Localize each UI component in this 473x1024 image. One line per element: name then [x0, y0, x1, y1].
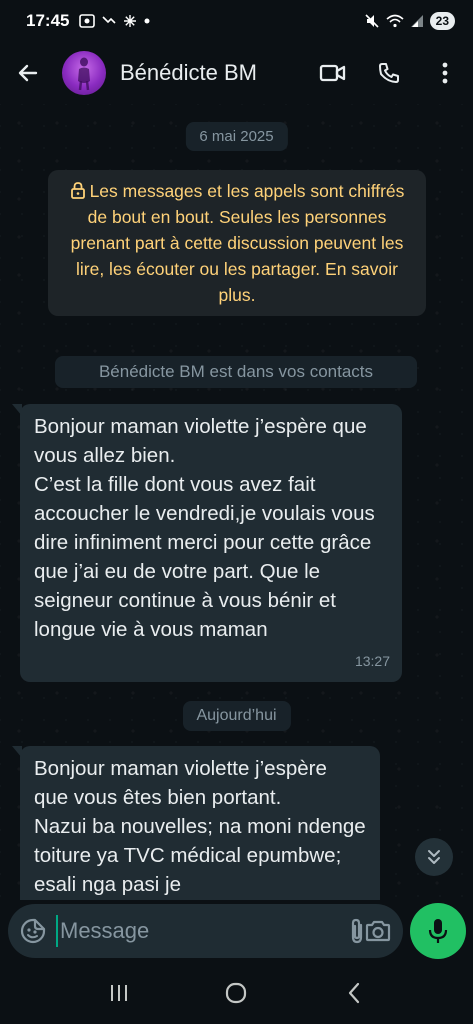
back-arrow-icon: [18, 64, 38, 82]
mute-icon: [365, 14, 379, 28]
emoji-button[interactable]: [20, 915, 46, 947]
dot-icon: [144, 18, 150, 24]
message-input-container: [8, 904, 403, 958]
status-notification-icons: [79, 14, 151, 28]
missed-call-icon: [102, 16, 117, 24]
chat-header: Bénédicte BM: [0, 42, 473, 104]
message-bubble[interactable]: Bonjour maman violette j’espère que vous…: [12, 746, 380, 900]
more-options-button[interactable]: [417, 42, 473, 104]
avatar[interactable]: [62, 51, 106, 95]
date-separator-today: Aujourd’hui: [182, 701, 291, 731]
back-nav-button[interactable]: [324, 968, 384, 1018]
header-actions: [305, 42, 473, 104]
encryption-notice[interactable]: Les messages et les appels sont chiffrés…: [48, 170, 426, 316]
scroll-to-bottom-button[interactable]: [415, 838, 453, 876]
message-time: 13:27: [354, 653, 390, 669]
message-input[interactable]: [56, 915, 348, 947]
camera-button[interactable]: [365, 911, 391, 951]
home-icon: [226, 982, 247, 1004]
video-call-button[interactable]: [305, 42, 361, 104]
encryption-notice-text: Les messages et les appels sont chiffrés…: [70, 181, 405, 305]
home-button[interactable]: [206, 968, 266, 1018]
recents-button[interactable]: [89, 968, 149, 1018]
status-time: 17:45: [26, 11, 70, 30]
camera-icon: [365, 920, 391, 942]
emoji-icon: [20, 918, 46, 944]
recents-icon: [110, 985, 127, 1001]
message-list[interactable]: 6 mai 2025 Les messages et les appels so…: [0, 104, 473, 900]
avatar-silhouette-icon: [78, 57, 90, 91]
voice-call-button[interactable]: [361, 42, 417, 104]
lock-icon: [70, 182, 85, 199]
back-nav-icon: [349, 982, 360, 1004]
composer: [0, 900, 473, 962]
message-text: Bonjour maman violette j’espère que vous…: [34, 757, 366, 896]
microphone-icon: [428, 919, 448, 943]
contact-notice: Bénédicte BM est dans vos contacts: [55, 356, 417, 388]
status-bar: 17:45 23: [0, 0, 473, 42]
contact-name[interactable]: Bénédicte BM: [120, 60, 257, 86]
message-bubble[interactable]: Bonjour maman violette j’espère que vous…: [12, 404, 402, 682]
snowflake-icon: [124, 15, 137, 27]
battery-indicator: 23: [429, 12, 455, 30]
screen-record-icon: [79, 14, 96, 28]
voice-message-button[interactable]: [410, 903, 466, 959]
wifi-icon: [386, 14, 404, 28]
attach-button[interactable]: [348, 911, 365, 951]
signal-icon: [410, 15, 423, 27]
chevron-double-down-icon: [428, 850, 440, 864]
video-call-icon: [319, 64, 346, 82]
more-options-icon: [442, 62, 448, 84]
paperclip-icon: [351, 918, 362, 944]
message-text: Bonjour maman violette j’espère que vous…: [34, 415, 375, 641]
date-separator: 6 mai 2025: [185, 122, 288, 151]
phone-icon: [379, 63, 399, 83]
back-button[interactable]: [0, 42, 56, 104]
system-nav-bar: [0, 962, 473, 1024]
status-system-icons: 23: [364, 12, 455, 30]
